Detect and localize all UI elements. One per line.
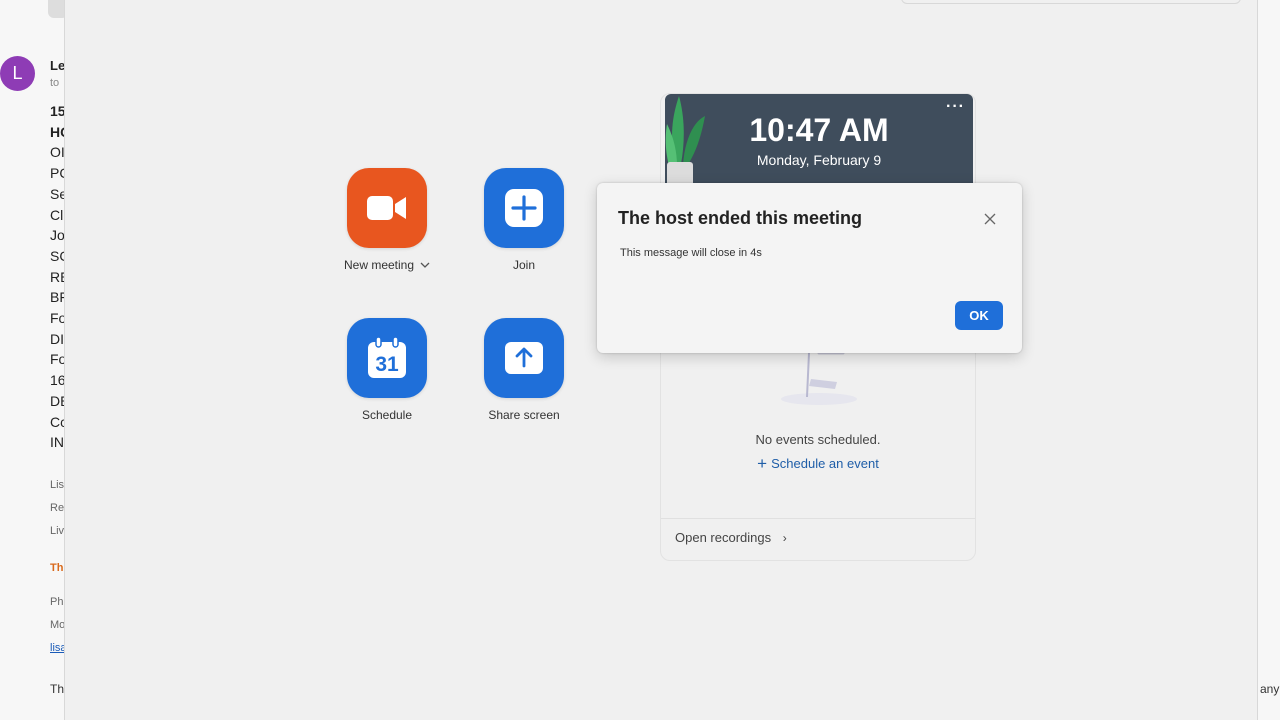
- plus-icon: +: [757, 454, 768, 473]
- schedule-button[interactable]: 31: [347, 318, 427, 398]
- plus-icon: [505, 189, 543, 227]
- clock-time: 10:47 AM: [749, 112, 889, 148]
- calendar-icon: 31: [368, 337, 406, 378]
- clock-date: Monday, February 9: [756, 152, 882, 168]
- share-screen-action: Share screen: [464, 318, 584, 422]
- share-arrow-icon: [505, 342, 543, 374]
- join-button[interactable]: [484, 168, 564, 248]
- new-meeting-button[interactable]: [347, 168, 427, 248]
- avatar-letter: L: [12, 63, 23, 83]
- open-recordings-link[interactable]: Open recordings ›: [675, 530, 787, 545]
- share-screen-button[interactable]: [484, 318, 564, 398]
- empty-events-illustration: [781, 351, 857, 405]
- email-right-fragment: any: [1260, 682, 1280, 696]
- chevron-down-icon[interactable]: [420, 262, 430, 268]
- zoom-home-window: New meeting Join 31 Schedule Share scree…: [64, 0, 1258, 720]
- dialog-title: The host ended this meeting: [618, 208, 863, 228]
- clock-card: 10:47 AM Monday, February 9 ···: [665, 94, 973, 186]
- join-action: Join: [464, 168, 584, 272]
- dialog-message: This message will close in 4s: [620, 247, 762, 259]
- meeting-ended-dialog: The host ended this meeting This message…: [597, 183, 1022, 353]
- new-meeting-action: New meeting: [327, 168, 447, 272]
- close-icon[interactable]: [980, 209, 1000, 229]
- ok-button[interactable]: OK: [955, 301, 1003, 330]
- more-options-icon[interactable]: ···: [946, 99, 965, 115]
- email-sender: Le: [50, 58, 66, 73]
- schedule-event-link[interactable]: + Schedule an event: [661, 454, 975, 474]
- panel-divider: [661, 518, 975, 519]
- schedule-event-label: Schedule an event: [771, 456, 879, 471]
- video-camera-icon: [367, 196, 406, 220]
- search-input[interactable]: [901, 0, 1241, 4]
- no-events-text: No events scheduled.: [755, 432, 881, 447]
- open-recordings-label: Open recordings: [675, 530, 772, 545]
- avatar: L: [0, 56, 35, 91]
- new-meeting-label: New meeting: [343, 258, 415, 272]
- schedule-action: 31 Schedule: [327, 318, 447, 422]
- share-screen-label: Share screen: [488, 408, 560, 422]
- calendar-day: 31: [375, 353, 399, 376]
- chevron-right-icon: ›: [782, 531, 787, 545]
- join-label: Join: [512, 258, 535, 272]
- email-recipient: to: [50, 77, 60, 89]
- schedule-label: Schedule: [361, 408, 413, 422]
